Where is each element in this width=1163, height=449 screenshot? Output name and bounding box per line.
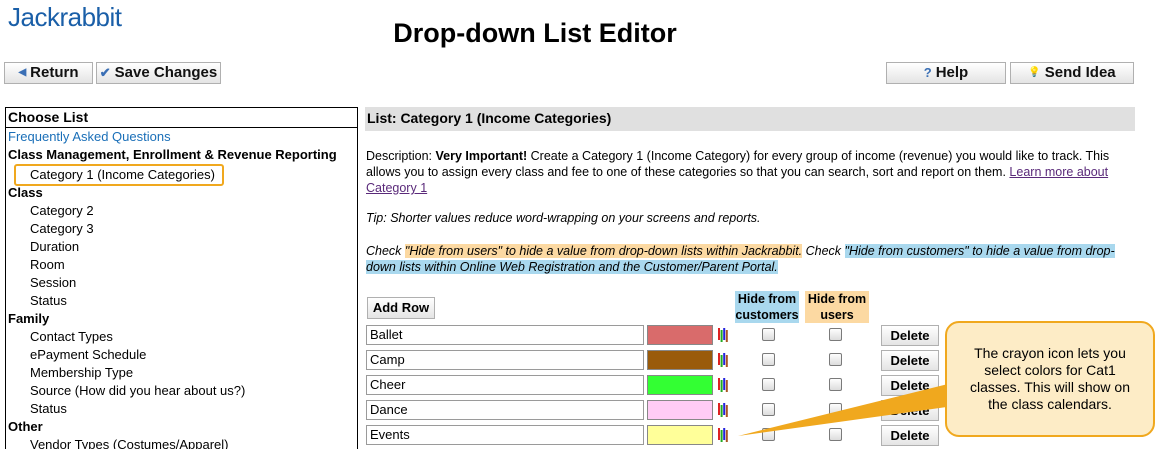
description-important: Very Important!: [435, 149, 528, 163]
crayon-callout: The crayon icon lets you select colors f…: [945, 321, 1155, 437]
page-title: Drop-down List Editor: [393, 18, 677, 48]
list-editor-header: List: Category 1 (Income Categories): [365, 107, 1135, 131]
hide-from-users-checkbox[interactable]: [829, 428, 842, 441]
color-swatch[interactable]: [647, 425, 713, 445]
hide-from-customers-checkbox[interactable]: [762, 328, 775, 341]
check-mid: Check: [802, 244, 845, 258]
list-item-contact-types[interactable]: Contact Types: [8, 328, 355, 346]
hide-from-users-checkbox[interactable]: [829, 378, 842, 391]
table-row: Dance Delete: [365, 400, 945, 422]
list-item-membership-type[interactable]: Membership Type: [8, 364, 355, 382]
send-idea-button[interactable]: 💡 Send Idea: [1010, 62, 1134, 84]
send-idea-label: Send Idea: [1044, 64, 1116, 81]
hide-from-users-checkbox[interactable]: [829, 353, 842, 366]
color-swatch[interactable]: [647, 375, 713, 395]
check-icon: ✔: [99, 65, 111, 80]
hide-from-customers-checkbox[interactable]: [762, 378, 775, 391]
color-swatch[interactable]: [647, 400, 713, 420]
group-class-management: Class Management, Enrollment & Revenue R…: [8, 147, 337, 162]
list-item-class-status[interactable]: Status: [8, 292, 355, 310]
return-button[interactable]: ◀ Return: [4, 62, 93, 84]
description-prefix: Description:: [366, 149, 436, 163]
color-swatch[interactable]: [647, 325, 713, 345]
group-family: Family: [8, 311, 50, 326]
crayon-icon[interactable]: [718, 403, 729, 417]
save-changes-button[interactable]: ✔ Save Changes: [96, 62, 221, 84]
table-row: Cheer Delete: [365, 375, 945, 397]
save-label: Save Changes: [114, 64, 218, 81]
delete-button[interactable]: Delete: [881, 425, 939, 446]
hide-options-note: Check "Hide from users" to hide a value …: [366, 243, 1126, 275]
color-swatch[interactable]: [647, 350, 713, 370]
table-row: Ballet Delete: [365, 325, 945, 347]
table-row: Camp Delete: [365, 350, 945, 372]
lightbulb-icon: 💡: [1028, 67, 1041, 78]
hide-from-customers-checkbox[interactable]: [762, 353, 775, 366]
add-row-button[interactable]: Add Row: [367, 297, 435, 319]
list-chooser-header: Choose List: [6, 108, 357, 128]
hide-from-users-header: Hide from users: [805, 291, 869, 323]
hide-from-customers-checkbox[interactable]: [762, 428, 775, 441]
hide-from-users-checkbox[interactable]: [829, 403, 842, 416]
value-input[interactable]: Camp: [366, 350, 644, 370]
list-chooser-panel: Choose List Frequently Asked Questions C…: [5, 107, 358, 449]
hide-from-customers-header: Hide from customers: [735, 291, 799, 323]
help-button[interactable]: ? Help: [886, 62, 1006, 84]
hide-users-note: "Hide from users" to hide a value from d…: [404, 244, 803, 258]
list-chooser-items: Frequently Asked Questions Class Managem…: [6, 128, 357, 449]
list-item-epayment-schedule[interactable]: ePayment Schedule: [8, 346, 355, 364]
check-prefix: Check: [366, 244, 405, 258]
help-label: Help: [935, 64, 969, 81]
delete-button[interactable]: Delete: [881, 400, 939, 421]
list-description: Description: Very Important! Create a Ca…: [366, 148, 1126, 196]
crayon-icon[interactable]: [718, 328, 729, 342]
question-icon: ?: [923, 65, 932, 80]
list-item-source[interactable]: Source (How did you hear about us?): [8, 382, 355, 400]
crayon-icon[interactable]: [718, 428, 729, 442]
value-input[interactable]: Cheer: [366, 375, 644, 395]
list-item-category-1[interactable]: Category 1 (Income Categories): [14, 164, 224, 186]
list-item-category-3[interactable]: Category 3: [8, 220, 355, 238]
return-label: Return: [30, 64, 79, 81]
value-input[interactable]: Ballet: [366, 325, 644, 345]
hide-from-users-checkbox[interactable]: [829, 328, 842, 341]
crayon-icon[interactable]: [718, 378, 729, 392]
group-other: Other: [8, 419, 43, 434]
list-item-vendor-types[interactable]: Vendor Types (Costumes/Apparel): [8, 436, 355, 449]
group-class: Class: [8, 185, 43, 200]
list-item-room[interactable]: Room: [8, 256, 355, 274]
tip-text: Tip: Shorter values reduce word-wrapping…: [366, 211, 761, 225]
list-item-duration[interactable]: Duration: [8, 238, 355, 256]
value-input[interactable]: Events: [366, 425, 644, 445]
list-item-category-2[interactable]: Category 2: [8, 202, 355, 220]
delete-button[interactable]: Delete: [881, 375, 939, 396]
list-item-family-status[interactable]: Status: [8, 400, 355, 418]
left-triangle-icon: ◀: [18, 67, 27, 78]
crayon-icon[interactable]: [718, 353, 729, 367]
table-row: Events Delete: [365, 425, 945, 447]
value-input[interactable]: Dance: [366, 400, 644, 420]
delete-button[interactable]: Delete: [881, 350, 939, 371]
list-item-session[interactable]: Session: [8, 274, 355, 292]
hide-from-customers-checkbox[interactable]: [762, 403, 775, 416]
faq-link[interactable]: Frequently Asked Questions: [8, 128, 355, 146]
delete-button[interactable]: Delete: [881, 325, 939, 346]
